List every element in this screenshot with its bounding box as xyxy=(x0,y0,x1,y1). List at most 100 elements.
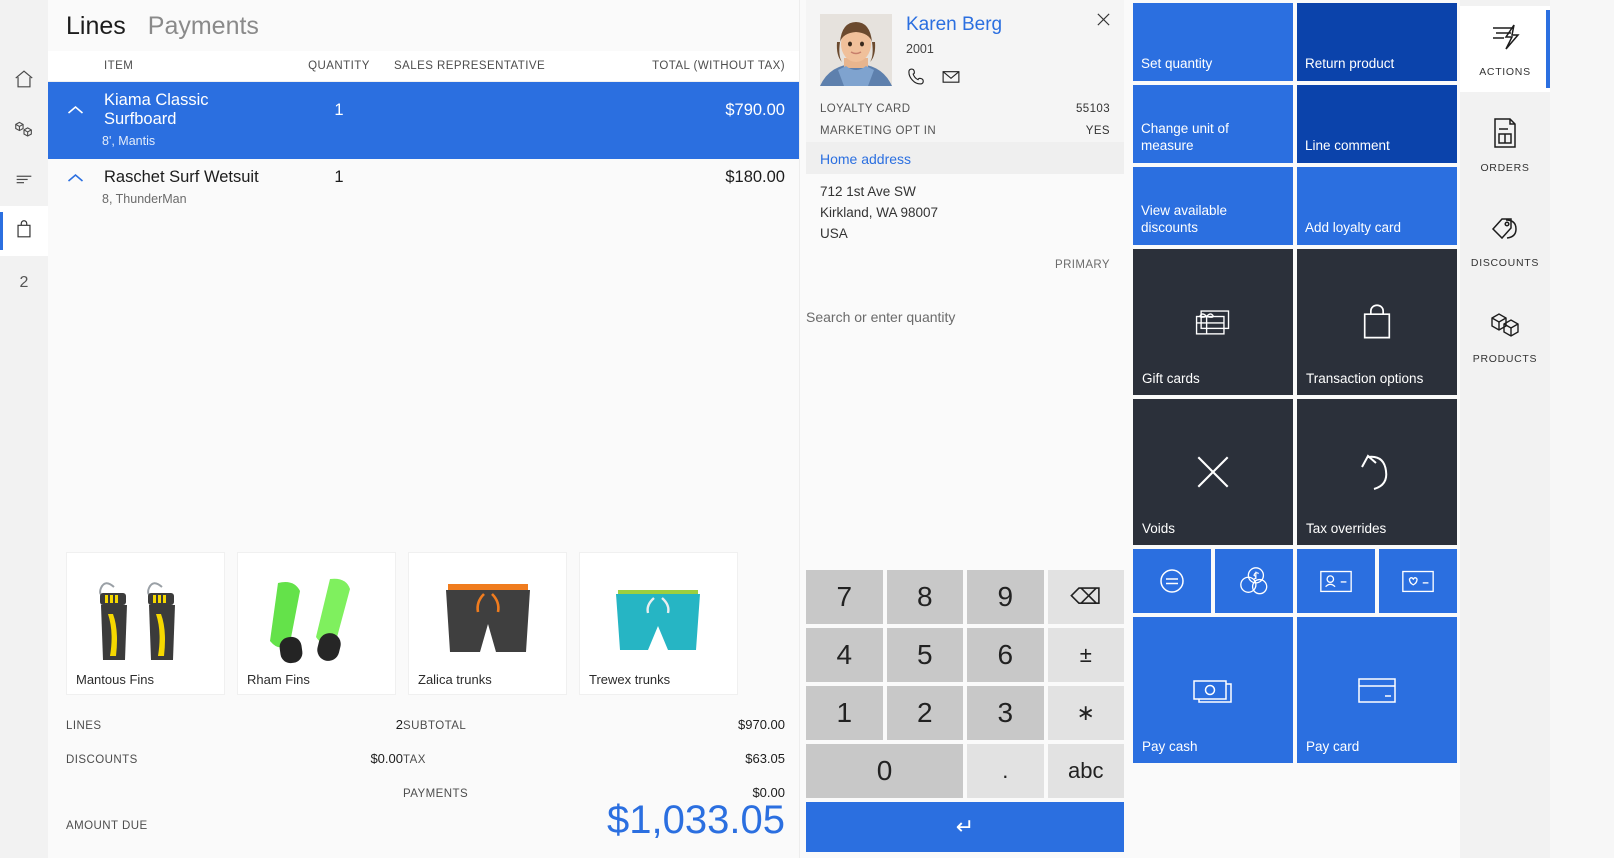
customer-card: Karen Berg 2001 LOYALTY CARD 55103 MARKE… xyxy=(806,0,1124,281)
address-header[interactable]: Home address xyxy=(806,141,1124,174)
tags-icon xyxy=(1488,213,1522,250)
circle-equals-icon xyxy=(1156,565,1188,597)
total-value: $970.00 xyxy=(738,717,785,732)
sidebar-item-home[interactable] xyxy=(0,56,48,106)
rail-item-actions[interactable]: ACTIONS xyxy=(1460,6,1550,92)
list-item[interactable]: Zalica trunks xyxy=(408,552,567,695)
key-6[interactable]: 6 xyxy=(967,628,1044,682)
add-loyalty-card-tile[interactable]: Add loyalty card xyxy=(1297,167,1457,245)
loyalty-tile[interactable] xyxy=(1379,549,1457,613)
backspace-key[interactable]: ⌫ xyxy=(1047,570,1124,624)
line-comment-tile[interactable]: Line comment xyxy=(1297,85,1457,163)
credit-card-icon xyxy=(1355,674,1399,706)
key-1[interactable]: 1 xyxy=(806,686,883,740)
asterisk-key[interactable]: ∗ xyxy=(1047,686,1124,740)
total-line-lines: LINES 2 xyxy=(66,717,403,732)
row-item-name: Kiama Classic Surfboard xyxy=(104,91,209,128)
key-9[interactable]: 9 xyxy=(967,570,1044,624)
total-label: PAYMENTS xyxy=(403,788,469,800)
column-header-quantity: QUANTITY xyxy=(308,60,370,72)
rail-item-orders[interactable]: ORDERS xyxy=(1460,102,1550,188)
chevron-up-icon[interactable] xyxy=(67,173,84,183)
list-item[interactable]: Rham Fins xyxy=(237,552,396,695)
loyalty-card-value: 55103 xyxy=(1076,102,1110,115)
address-line-1: 712 1st Ave SW xyxy=(820,183,916,199)
key-3[interactable]: 3 xyxy=(967,686,1044,740)
left-nav-rail: 2 xyxy=(0,0,48,858)
rail-label: DISCOUNTS xyxy=(1470,257,1540,269)
change-unit-of-measure-tile[interactable]: Change unit of measure xyxy=(1133,85,1293,163)
pay-cash-tile[interactable]: Pay cash xyxy=(1133,617,1293,763)
rail-item-products[interactable]: PRODUCTS xyxy=(1460,294,1550,380)
rail-label: ACTIONS xyxy=(1479,66,1531,78)
plus-minus-key[interactable]: ± xyxy=(1047,628,1124,682)
envelope-icon[interactable] xyxy=(940,66,962,92)
row-variant: 8', Mantis xyxy=(102,134,156,148)
table-row[interactable]: Raschet Surf Wetsuit 1 $180.00 8, Thunde… xyxy=(48,159,799,217)
tile-label: Pay card xyxy=(1306,739,1360,755)
list-item[interactable]: Trewex trunks xyxy=(579,552,738,695)
right-action-rail: ACTIONS ORDERS DISCOUNTS PRODUCTS xyxy=(1460,0,1550,858)
cart-table-header: ITEM QUANTITY SALES REPRESENTATIVE TOTAL… xyxy=(48,51,799,82)
transaction-options-tile[interactable]: Transaction options xyxy=(1297,249,1457,395)
list-icon xyxy=(13,168,35,195)
decimal-key[interactable]: . xyxy=(967,744,1044,798)
customer-name[interactable]: Karen Berg xyxy=(906,14,1002,37)
voids-tile[interactable]: Voids xyxy=(1133,399,1293,545)
cart-rows: Kiama Classic Surfboard 1 $790.00 8', Ma… xyxy=(48,82,799,217)
gift-cards-tile[interactable]: Gift cards xyxy=(1133,249,1293,395)
sidebar-item-products[interactable] xyxy=(0,106,48,156)
customer-card-tile[interactable] xyxy=(1297,549,1375,613)
tile-label: Set quantity xyxy=(1141,56,1213,72)
return-product-tile[interactable]: Return product xyxy=(1297,3,1457,81)
boxes-icon xyxy=(13,118,35,145)
total-line-subtotal: SUBTOTAL $970.00 xyxy=(403,717,785,732)
price-check-tile[interactable] xyxy=(1133,549,1211,613)
total-label: DISCOUNTS xyxy=(66,754,138,766)
tax-overrides-tile[interactable]: Tax overrides xyxy=(1297,399,1457,545)
tile-label: Add loyalty card xyxy=(1305,220,1402,236)
view-available-discounts-tile[interactable]: View available discounts xyxy=(1133,167,1293,245)
tile-label: Return product xyxy=(1305,56,1395,72)
id-card-icon xyxy=(1318,567,1354,595)
tab-lines[interactable]: Lines xyxy=(66,12,126,41)
cart-panel: Lines Payments ITEM QUANTITY SALES REPRE… xyxy=(48,0,800,858)
total-line-tax: TAX $63.05 xyxy=(403,751,785,766)
product-name: Trewex trunks xyxy=(589,672,671,687)
total-value: 2 xyxy=(395,717,403,732)
key-2[interactable]: 2 xyxy=(886,686,963,740)
chevron-up-icon[interactable] xyxy=(67,105,84,115)
row-item-name: Raschet Surf Wetsuit xyxy=(104,168,259,186)
tab-payments[interactable]: Payments xyxy=(148,12,259,41)
enter-key[interactable]: ↵ xyxy=(806,802,1124,852)
rail-item-discounts[interactable]: DISCOUNTS xyxy=(1460,198,1550,284)
home-icon xyxy=(13,68,35,95)
key-8[interactable]: 8 xyxy=(886,570,963,624)
alpha-key[interactable]: abc xyxy=(1047,744,1124,798)
list-item[interactable]: Mantous Fins xyxy=(66,552,225,695)
sidebar-item-lines[interactable] xyxy=(0,156,48,206)
rail-label: ORDERS xyxy=(1480,162,1530,174)
set-quantity-tile[interactable]: Set quantity xyxy=(1133,3,1293,81)
key-0[interactable]: 0 xyxy=(806,744,963,798)
sidebar-item-cart[interactable] xyxy=(0,206,48,256)
key-7[interactable]: 7 xyxy=(806,570,883,624)
pay-card-tile[interactable]: Pay card xyxy=(1297,617,1457,763)
key-4[interactable]: 4 xyxy=(806,628,883,682)
search-input[interactable]: Search or enter quantity xyxy=(800,281,1130,325)
total-value: $63.05 xyxy=(745,751,785,766)
amount-due-value: $1,033.05 xyxy=(607,798,785,842)
currency-tile[interactable] xyxy=(1215,549,1293,613)
row-total: $790.00 xyxy=(725,100,785,119)
key-5[interactable]: 5 xyxy=(886,628,963,682)
row-variant: 8, ThunderMan xyxy=(102,192,187,206)
close-icon[interactable] xyxy=(1090,6,1116,32)
total-line-discounts: DISCOUNTS $0.00 xyxy=(66,751,403,766)
total-value: $0.00 xyxy=(370,751,403,766)
amount-due-section: AMOUNT DUE $1,033.05 xyxy=(48,800,799,858)
phone-icon[interactable] xyxy=(906,66,927,92)
close-x-icon xyxy=(1192,451,1234,493)
amount-due-label: AMOUNT DUE xyxy=(66,820,148,832)
tile-label: Gift cards xyxy=(1142,371,1200,387)
table-row[interactable]: Kiama Classic Surfboard 1 $790.00 8', Ma… xyxy=(48,82,799,159)
